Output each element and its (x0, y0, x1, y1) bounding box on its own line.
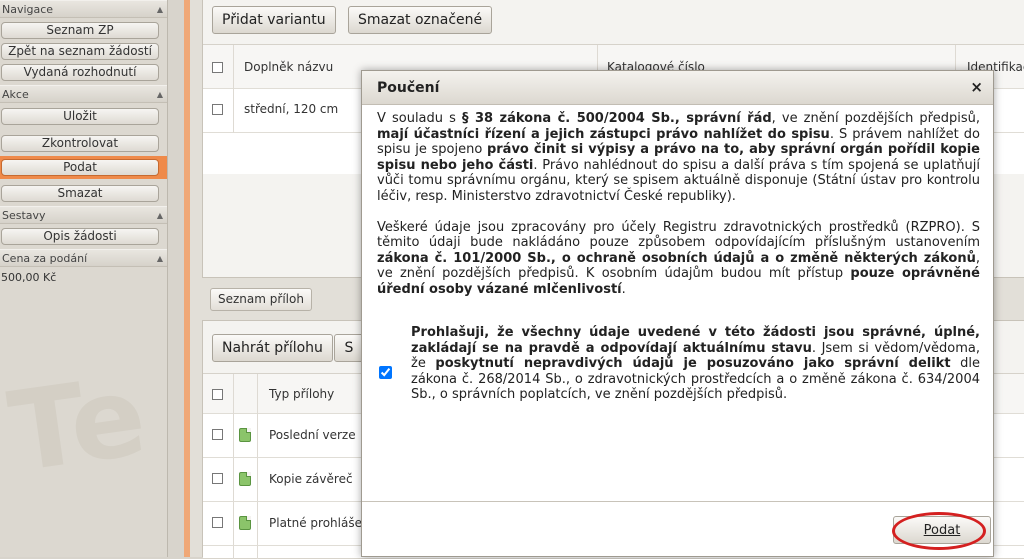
text: Veškeré údaje jsou zpracovány pro účely … (377, 219, 980, 251)
save-button[interactable]: Uložit (1, 108, 159, 125)
row-checkbox[interactable] (212, 429, 223, 440)
seznam-zp-button[interactable]: Seznam ZP (1, 22, 159, 39)
column-header[interactable]: Doplněk názvu (244, 60, 333, 74)
cell-name-addon: střední, 120 cm (244, 102, 339, 116)
text-bold: § 38 zákona č. 500/2004 Sb., správní řád (461, 111, 772, 126)
sidebar: Navigace ▲ Seznam ZP Zpět na seznam žádo… (0, 0, 168, 557)
row-checkbox[interactable] (212, 104, 223, 115)
divider (233, 45, 234, 89)
file-icon[interactable] (239, 428, 251, 442)
divider (233, 89, 234, 133)
file-icon[interactable] (239, 472, 251, 486)
dialog-body: V souladu s § 38 zákona č. 500/2004 Sb.,… (377, 111, 980, 298)
section-header-akce[interactable]: Akce ▲ (0, 85, 167, 103)
delete-button[interactable]: Smazat (1, 185, 159, 202)
close-icon[interactable]: × (970, 78, 983, 96)
watermark-decoration: Te (1, 351, 154, 497)
section-header-sestavy[interactable]: Sestavy ▲ (0, 206, 167, 224)
section-header-cena[interactable]: Cena za podání ▲ (0, 249, 167, 267)
declaration-text: Prohlašuji, že všechny údaje uvedené v t… (411, 325, 980, 403)
fee-value: 500,00 Kč (1, 271, 57, 284)
declaration-checkbox[interactable] (379, 366, 392, 379)
collapse-icon[interactable]: ▲ (157, 86, 163, 104)
collapse-icon[interactable]: ▲ (157, 1, 163, 19)
cell-attachment-type: Platné prohláše (269, 516, 362, 530)
paragraph-data-processing: Veškeré údaje jsou zpracovány pro účely … (377, 220, 980, 298)
application-copy-button[interactable]: Opis žádosti (1, 228, 159, 245)
section-title: Sestavy (2, 209, 46, 222)
text: , ve znění pozdějších předpisů, (771, 111, 980, 126)
issued-decisions-button[interactable]: Vydaná rozhodnutí (1, 64, 159, 81)
submit-sidebar-button[interactable]: Podat (1, 159, 159, 176)
dialog-titlebar[interactable]: Poučení × (362, 71, 993, 105)
submit-button[interactable]: Podat (893, 516, 991, 544)
select-all-checkbox[interactable] (212, 389, 223, 400)
paragraph-file-access: V souladu s § 38 zákona č. 500/2004 Sb.,… (377, 111, 980, 205)
active-action-row: Podat (0, 156, 167, 179)
delete-selected-button[interactable]: Smazat označené (348, 6, 493, 34)
instruction-dialog: Poučení × V souladu s § 38 zákona č. 500… (361, 70, 994, 557)
text-bold: zákona č. 101/2000 Sb., o ochraně osobní… (377, 250, 976, 266)
text: . (621, 281, 626, 297)
add-variant-button[interactable]: Přidat variantu (212, 6, 336, 34)
back-to-list-button[interactable]: Zpět na seznam žádostí (1, 43, 159, 60)
text-bold: poskytnutí nepravdivých údajů je posuzov… (435, 356, 951, 372)
cell-attachment-type: Poslední verze (269, 428, 356, 442)
collapse-icon[interactable]: ▲ (157, 250, 163, 268)
dialog-title: Poučení (377, 80, 440, 96)
file-icon[interactable] (239, 516, 251, 530)
dialog-footer-divider (362, 501, 993, 502)
section-title: Cena za podání (2, 252, 88, 265)
row-checkbox[interactable] (212, 517, 223, 528)
select-all-checkbox[interactable] (212, 62, 223, 73)
text-bold: mají účastníci řízení a jejich zástupci … (377, 126, 830, 142)
attachments-tab[interactable]: Seznam příloh (210, 288, 312, 311)
section-title: Navigace (2, 3, 54, 16)
declaration-checkbox-wrap (379, 366, 392, 379)
second-action-button[interactable]: S (334, 334, 364, 362)
check-button[interactable]: Zkontrolovat (1, 135, 159, 152)
column-header[interactable]: Typ přílohy (269, 387, 334, 401)
collapse-icon[interactable]: ▲ (157, 207, 163, 225)
cell-attachment-type: Kopie závěreč (269, 472, 353, 486)
text: V souladu s (377, 111, 462, 126)
row-checkbox[interactable] (212, 473, 223, 484)
section-title: Akce (2, 88, 29, 101)
section-header-navigace[interactable]: Navigace ▲ (0, 0, 167, 18)
upload-attachment-button[interactable]: Nahrát přílohu (212, 334, 333, 362)
